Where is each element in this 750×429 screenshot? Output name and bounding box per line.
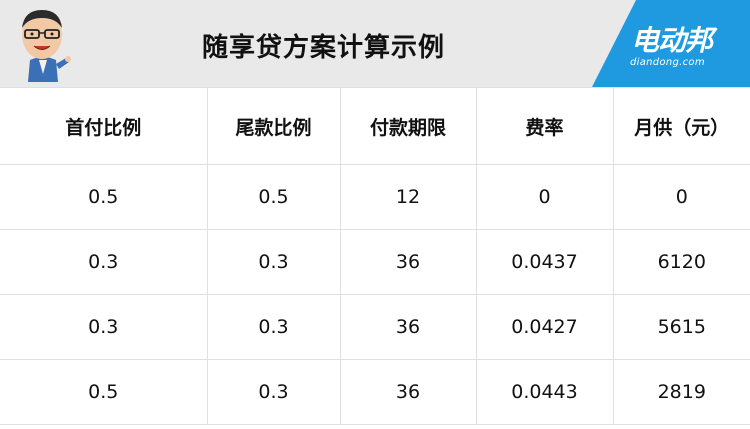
table-cell: 36 — [339, 359, 477, 425]
table-cell: 36 — [339, 229, 477, 295]
table-cell: 0.3 — [0, 229, 208, 295]
table-cell: 0.5 — [0, 359, 208, 425]
table-cell: 0.0443 — [475, 359, 614, 425]
header-rate: 费率 — [475, 87, 614, 165]
table-row: 0.5 0.5 12 0 0 — [0, 164, 750, 230]
brand-domain: diandong.com — [630, 57, 705, 68]
table-cell: 0.5 — [0, 164, 208, 230]
page: 随享贷方案计算示例 电动邦 diandong.com 首付比例 尾款比例 付款期… — [0, 0, 750, 429]
table-row: 0.3 0.3 36 0.0427 5615 — [0, 294, 750, 360]
table-row: 0.3 0.3 36 0.0437 6120 — [0, 229, 750, 295]
table-row: 0.5 0.3 36 0.0443 2819 — [0, 359, 750, 425]
table-cell: 0.3 — [206, 229, 341, 295]
header-down-payment-ratio: 首付比例 — [0, 87, 208, 165]
mascot-illustration — [22, 10, 71, 82]
table-cell: 6120 — [612, 229, 750, 295]
page-title: 随享贷方案计算示例 — [202, 33, 446, 63]
header-final-payment-ratio: 尾款比例 — [206, 87, 341, 165]
table-cell: 0.3 — [0, 294, 208, 360]
header-banner: 随享贷方案计算示例 电动邦 diandong.com — [0, 0, 750, 87]
header-payment-term: 付款期限 — [339, 87, 477, 165]
table-cell: 0.3 — [206, 359, 341, 425]
table-header-row: 首付比例 尾款比例 付款期限 费率 月供（元） — [0, 87, 750, 165]
table-cell: 0.3 — [206, 294, 341, 360]
header-monthly-payment: 月供（元） — [612, 87, 750, 165]
table-cell: 5615 — [612, 294, 750, 360]
table-cell: 2819 — [612, 359, 750, 425]
table-cell: 0.5 — [206, 164, 341, 230]
loan-plan-table: 首付比例 尾款比例 付款期限 费率 月供（元） 0.5 0.5 12 0 0 0… — [0, 87, 750, 425]
table-cell: 0.0437 — [475, 229, 614, 295]
table-cell: 0 — [475, 164, 614, 230]
table-cell: 0.0427 — [475, 294, 614, 360]
brand-logo: 电动邦 — [631, 24, 713, 57]
table-cell: 0 — [612, 164, 750, 230]
table-cell: 36 — [339, 294, 477, 360]
table-cell: 12 — [339, 164, 477, 230]
